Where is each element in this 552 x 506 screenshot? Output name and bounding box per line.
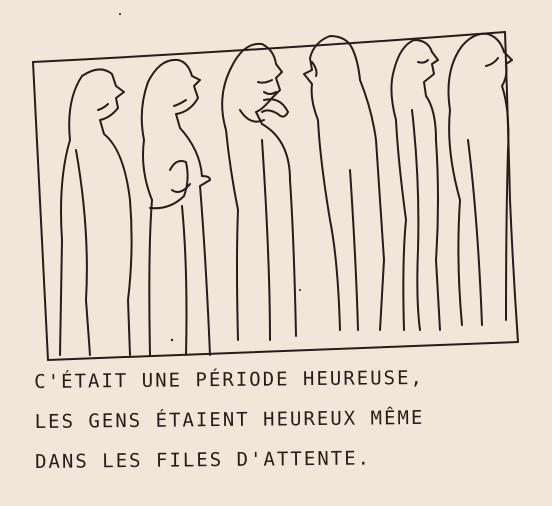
person-2 <box>140 58 211 356</box>
handwritten-caption: C'ÉTAIT UNE PÉRIODE HEUREUSE, LES GENS É… <box>34 357 535 482</box>
caption-line-1: C'ÉTAIT UNE PÉRIODE HEUREUSE, <box>34 366 425 393</box>
frame-left-line <box>32 61 49 361</box>
person-3 <box>221 42 297 341</box>
caption-line-2: LES GENS ÉTAIENT HEUREUX MÊME <box>34 406 425 433</box>
caption-line-3: DANS LES FILES D'ATTENTE. <box>34 447 372 473</box>
person-1 <box>59 68 133 356</box>
person-4 <box>303 35 385 331</box>
frame-top-line <box>32 31 506 63</box>
person-5 <box>390 39 441 331</box>
person-6 <box>447 32 513 326</box>
